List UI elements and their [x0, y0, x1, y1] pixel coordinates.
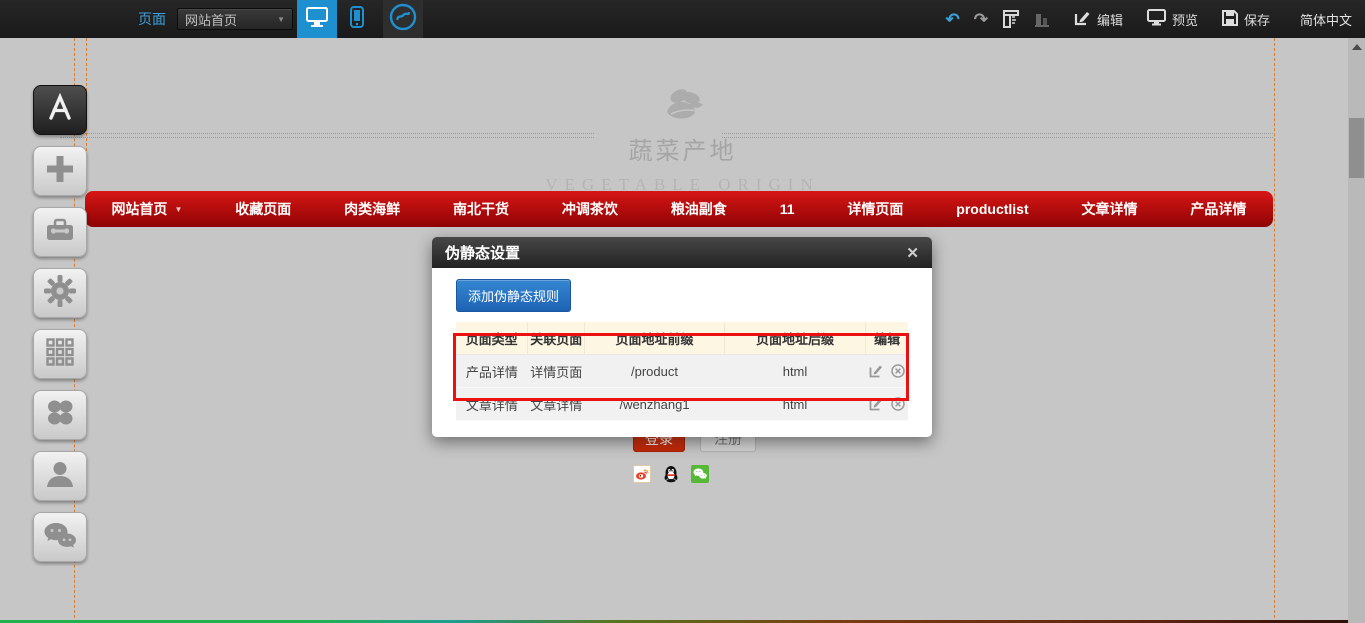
edit-button[interactable]: 编辑 — [1074, 9, 1123, 29]
top-toolbar: 页面 网站首页 ▼ — [0, 0, 1365, 38]
nav-item[interactable]: 11 — [780, 201, 795, 217]
sidebar-item-wechat[interactable] — [33, 512, 87, 562]
nav-item[interactable]: 收藏页面 — [235, 199, 291, 219]
sidebar-item-members[interactable] — [33, 451, 87, 501]
clover-widgets-icon — [45, 398, 75, 433]
redo-icon[interactable]: ↷ — [974, 11, 988, 28]
row-delete-icon[interactable] — [891, 397, 905, 411]
nav-item[interactable]: 南北干货 — [453, 199, 509, 219]
scroll-up-icon[interactable] — [1352, 44, 1362, 50]
device-switcher — [297, 0, 423, 38]
app-link-button[interactable] — [383, 0, 423, 38]
cell-url-suffix: html — [724, 355, 865, 388]
save-button[interactable]: 保存 — [1222, 10, 1270, 29]
cell-url-suffix: html — [724, 388, 865, 421]
gear-icon — [44, 275, 76, 312]
chevron-down-icon: ▼ — [174, 205, 182, 214]
table-row: 文章详情 文章详情 /wenzhang1 html — [456, 388, 908, 421]
column-header: 关联页面 — [528, 322, 585, 355]
cell-linked-page: 文章详情 — [528, 388, 585, 421]
nav-item[interactable]: 产品详情 — [1190, 199, 1246, 219]
cell-url-prefix: /product — [585, 355, 725, 388]
add-plus-icon — [45, 154, 75, 189]
logo-vegetable-icon — [0, 84, 1365, 129]
undo-icon[interactable]: ↶ — [945, 11, 959, 28]
site-logo: 蔬菜产地 VEGETABLE ORIGIN — [0, 84, 1365, 195]
grid-modules-icon — [45, 337, 75, 372]
app-link-icon — [388, 2, 418, 37]
sidebar-item-modules[interactable] — [33, 329, 87, 379]
ruler-icon[interactable] — [1002, 9, 1020, 29]
column-header: 编辑 — [866, 322, 908, 355]
toolbar-left: 页面 网站首页 ▼ — [138, 0, 423, 38]
page-label: 页面 — [138, 9, 166, 29]
nav-item[interactable]: 详情页面 — [847, 199, 903, 219]
nav-item[interactable]: 粮油副食 — [671, 199, 727, 219]
toolbar-right: ↶ ↷ 编辑 预览 — [945, 0, 1352, 38]
save-label: 保存 — [1244, 10, 1270, 29]
pseudo-static-dialog: 伪静态设置 ✕ 添加伪静态规则 页面类型 关联页面 页面地址前缀 页面地址后缀 … — [432, 237, 932, 437]
nav-item[interactable]: 肉类海鲜 — [344, 199, 400, 219]
dialog-title: 伪静态设置 — [445, 242, 520, 263]
social-login-icons — [633, 465, 709, 483]
column-header: 页面类型 — [456, 322, 528, 355]
language-switch[interactable]: 简体中文 — [1300, 10, 1352, 29]
cell-page-type: 产品详情 — [456, 355, 528, 388]
dialog-body: 添加伪静态规则 页面类型 关联页面 页面地址前缀 页面地址后缀 编辑 产品详情 … — [432, 268, 932, 437]
nav-item[interactable]: 文章详情 — [1082, 199, 1138, 219]
edit-pencil-icon — [1074, 9, 1091, 29]
preview-button[interactable]: 预览 — [1147, 9, 1198, 29]
column-header: 页面地址后缀 — [724, 322, 865, 355]
nav-item-label: 网站首页 — [111, 199, 167, 219]
row-delete-icon[interactable] — [891, 364, 905, 378]
add-rule-button[interactable]: 添加伪静态规则 — [456, 279, 571, 312]
row-edit-icon[interactable] — [869, 364, 883, 378]
logo-title: 蔬菜产地 — [0, 131, 1365, 166]
wechat-chat-icon — [43, 521, 77, 554]
edit-label: 编辑 — [1097, 10, 1123, 29]
row-edit-icon[interactable] — [869, 397, 883, 411]
right-guide-line — [1274, 38, 1275, 623]
vertical-scrollbar[interactable] — [1348, 38, 1365, 623]
page-selector[interactable]: 网站首页 ▼ — [177, 8, 293, 30]
sidebar-item-settings[interactable] — [33, 268, 87, 318]
weibo-icon[interactable] — [633, 465, 651, 483]
save-floppy-icon — [1222, 10, 1238, 29]
sidebar-item-add[interactable] — [33, 146, 87, 196]
sidebar-item-design[interactable] — [33, 85, 87, 135]
nav-item[interactable]: productlist — [956, 201, 1028, 217]
nav-item[interactable]: 冲调茶饮 — [562, 199, 618, 219]
desktop-icon — [306, 7, 328, 32]
sidebar-item-widgets[interactable] — [33, 390, 87, 440]
nav-item-home[interactable]: 网站首页 ▼ — [111, 199, 182, 219]
table-row: 产品详情 详情页面 /product html — [456, 355, 908, 388]
dialog-header[interactable]: 伪静态设置 ✕ — [432, 237, 932, 268]
qq-icon[interactable] — [662, 465, 680, 483]
stats-icon[interactable] — [1034, 10, 1050, 28]
desktop-view-button[interactable] — [297, 0, 337, 38]
wechat-icon[interactable] — [691, 465, 709, 483]
editor-screen: 页面 网站首页 ▼ — [0, 0, 1365, 623]
cell-page-type: 文章详情 — [456, 388, 528, 421]
close-icon[interactable]: ✕ — [906, 244, 919, 262]
mobile-view-button[interactable] — [337, 0, 377, 38]
preview-label: 预览 — [1172, 10, 1198, 29]
site-nav-bar: 网站首页 ▼ 收藏页面 肉类海鲜 南北干货 冲调茶饮 粮油副食 11 详情页面 … — [85, 191, 1273, 227]
preview-monitor-icon — [1147, 9, 1166, 29]
cell-linked-page: 详情页面 — [528, 355, 585, 388]
chevron-down-icon: ▼ — [277, 15, 285, 24]
app-design-icon — [44, 93, 76, 128]
left-sidebar — [33, 85, 87, 562]
member-person-icon — [45, 459, 75, 494]
table-header-row: 页面类型 关联页面 页面地址前缀 页面地址后缀 编辑 — [456, 322, 908, 355]
mobile-icon — [350, 6, 364, 33]
cell-url-prefix: /wenzhang1 — [585, 388, 725, 421]
rules-table: 页面类型 关联页面 页面地址前缀 页面地址后缀 编辑 产品详情 详情页面 /pr… — [456, 322, 908, 421]
page-selector-value: 网站首页 — [185, 10, 237, 29]
sidebar-item-toolbox[interactable] — [33, 207, 87, 257]
column-header: 页面地址前缀 — [585, 322, 725, 355]
toolbox-icon — [44, 216, 76, 249]
scrollbar-thumb[interactable] — [1349, 118, 1364, 178]
